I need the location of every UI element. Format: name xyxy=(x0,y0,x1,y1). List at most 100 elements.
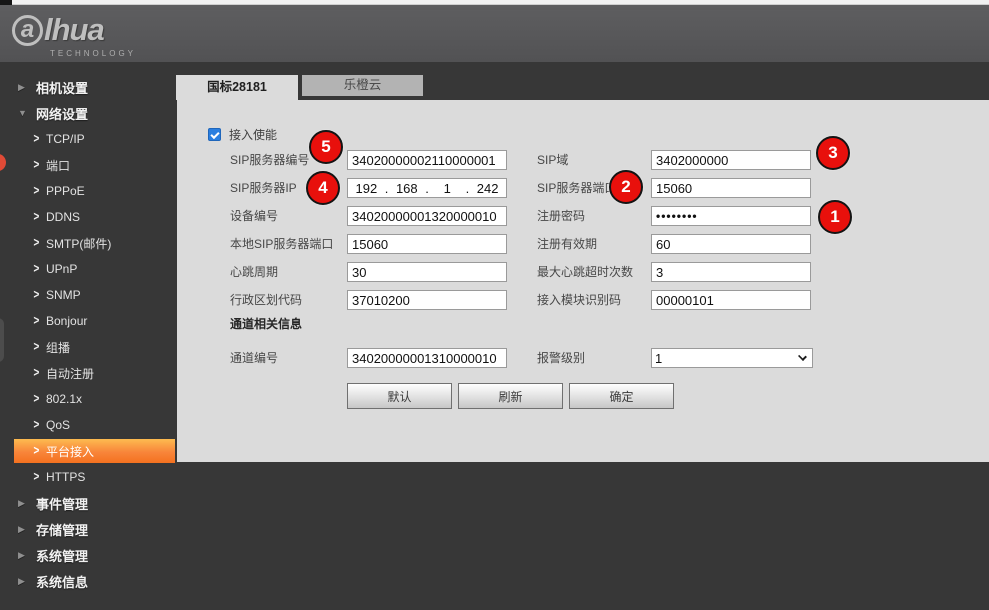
channel-id-input[interactable] xyxy=(347,348,507,368)
callout-badge-4: 4 xyxy=(306,171,340,205)
chevron-right-icon: > xyxy=(34,262,44,276)
chevron-right-icon: > xyxy=(34,444,44,458)
collapsed-arrow-icon: ▶ xyxy=(18,524,30,535)
tab-gb28181[interactable]: 国标28181 xyxy=(176,75,298,100)
alarm-level-select[interactable]: 1 xyxy=(651,348,813,368)
sip-server-port-label: SIP服务器端口 xyxy=(537,178,616,198)
heartbeat-period-input[interactable] xyxy=(347,262,507,282)
collapsed-arrow-icon: ▶ xyxy=(18,576,30,587)
platform-access-panel: 接入使能 SIP服务器编号 SIP域 SIP服务器IP 192 . 168 . … xyxy=(177,100,989,462)
sidebar-item-pppoe[interactable]: > PPPoE xyxy=(0,178,177,204)
sidebar-item-label: SNMP xyxy=(46,288,81,302)
register-valid-period-input[interactable] xyxy=(651,234,811,254)
confirm-button[interactable]: 确定 xyxy=(569,383,674,409)
chevron-right-icon: > xyxy=(34,158,44,172)
access-module-id-label: 接入模块识别码 xyxy=(537,290,621,310)
sidebar-item-system-management[interactable]: ▶ 系统管理 xyxy=(0,542,177,568)
refresh-button[interactable]: 刷新 xyxy=(458,383,563,409)
ip-octet-4: 242 xyxy=(469,181,506,196)
sidebar-item-multicast[interactable]: > 组播 xyxy=(0,334,177,360)
callout-badge-5: 5 xyxy=(309,130,343,164)
sidebar-item-label: 802.1x xyxy=(46,392,82,406)
sip-domain-label: SIP域 xyxy=(537,150,568,170)
dahua-logo-wordmark: a lhua xyxy=(12,12,136,48)
collapsed-arrow-icon: ▶ xyxy=(18,550,30,561)
device-id-input[interactable] xyxy=(347,206,507,226)
sidebar-item-label: DDNS xyxy=(46,210,80,224)
chevron-right-icon: > xyxy=(34,418,44,432)
sidebar-item-camera-settings[interactable]: ▶ 相机设置 xyxy=(0,74,177,100)
expanded-arrow-icon: ▼ xyxy=(18,108,30,118)
sidebar-item-label: 平台接入 xyxy=(46,443,94,460)
sip-server-port-input[interactable] xyxy=(651,178,811,198)
sip-domain-input[interactable] xyxy=(651,150,811,170)
sidebar-item-label: TCP/IP xyxy=(46,132,85,146)
register-valid-period-label: 注册有效期 xyxy=(537,234,597,254)
sidebar-item-platform-access[interactable]: > 平台接入 xyxy=(14,439,175,463)
sidebar-item-auto-register[interactable]: > 自动注册 xyxy=(0,360,177,386)
max-heartbeat-timeouts-label: 最大心跳超时次数 xyxy=(537,262,633,282)
admin-region-code-input[interactable] xyxy=(347,290,507,310)
sidebar-item-label: PPPoE xyxy=(46,184,85,198)
callout-badge-2: 2 xyxy=(609,170,643,204)
sidebar-item-qos[interactable]: > QoS xyxy=(0,412,177,438)
chevron-right-icon: > xyxy=(34,210,44,224)
register-password-label: 注册密码 xyxy=(537,206,585,226)
sidebar-item-storage-management[interactable]: ▶ 存储管理 xyxy=(0,516,177,542)
sidebar-item-label: 网络设置 xyxy=(36,104,88,123)
channel-section-header: 通道相关信息 xyxy=(230,315,302,332)
sidebar-item-tcpip[interactable]: > TCP/IP xyxy=(0,126,177,152)
chevron-right-icon: > xyxy=(34,366,44,380)
sidebar-item-snmp[interactable]: > SNMP xyxy=(0,282,177,308)
sip-server-ip-input[interactable]: 192 . 168 . 1 . 242 xyxy=(347,178,507,198)
sidebar-item-label: HTTPS xyxy=(46,470,85,484)
sidebar-item-label: 存储管理 xyxy=(36,520,88,539)
dahua-logo-a-icon: a xyxy=(12,15,43,46)
callout-badge-1: 1 xyxy=(818,200,852,234)
chevron-right-icon: > xyxy=(34,470,44,484)
ip-octet-3: 1 xyxy=(429,181,466,196)
ip-octet-1: 192 xyxy=(348,181,385,196)
sidebar-item-event-management[interactable]: ▶ 事件管理 xyxy=(0,490,177,516)
sidebar-item-label: Bonjour xyxy=(46,314,87,328)
sidebar-item-https[interactable]: > HTTPS xyxy=(0,464,177,490)
sidebar-menu: ▶ 相机设置 ▼ 网络设置 > TCP/IP > 端口 > PPPoE > DD… xyxy=(0,74,177,594)
sidebar-item-802-1x[interactable]: > 802.1x xyxy=(0,386,177,412)
chevron-right-icon: > xyxy=(34,132,44,146)
sidebar-item-label: 端口 xyxy=(46,157,70,174)
alarm-level-label: 报警级别 xyxy=(537,348,585,368)
max-heartbeat-timeouts-input[interactable] xyxy=(651,262,811,282)
heartbeat-period-label: 心跳周期 xyxy=(230,262,278,282)
enable-access-label: 接入使能 xyxy=(229,126,277,143)
sidebar-item-network-settings[interactable]: ▼ 网络设置 xyxy=(0,100,177,126)
enable-access-checkbox[interactable] xyxy=(208,128,221,141)
sidebar-item-bonjour[interactable]: > Bonjour xyxy=(0,308,177,334)
chevron-right-icon: > xyxy=(34,340,44,354)
channel-id-label: 通道编号 xyxy=(230,348,278,368)
sidebar-item-system-info[interactable]: ▶ 系统信息 xyxy=(0,568,177,594)
sidebar-item-smtp[interactable]: > SMTP(邮件) xyxy=(0,230,177,256)
sip-server-id-input[interactable] xyxy=(347,150,507,170)
access-module-id-input[interactable] xyxy=(651,290,811,310)
sidebar-item-label: SMTP(邮件) xyxy=(46,235,111,252)
dahua-logo: a lhua TECHNOLOGY xyxy=(12,12,136,58)
register-password-input[interactable] xyxy=(651,206,811,226)
sidebar-item-port[interactable]: > 端口 xyxy=(0,152,177,178)
sidebar-item-label: 组播 xyxy=(46,339,70,356)
local-sip-port-input[interactable] xyxy=(347,234,507,254)
sidebar-item-label: QoS xyxy=(46,418,70,432)
callout-badge-3: 3 xyxy=(816,136,850,170)
tab-lechengyun[interactable]: 乐橙云 xyxy=(302,75,423,96)
dahua-logo-subtitle: TECHNOLOGY xyxy=(50,49,136,58)
sidebar-item-label: 系统管理 xyxy=(36,546,88,565)
chevron-right-icon: > xyxy=(34,184,44,198)
default-button[interactable]: 默认 xyxy=(347,383,452,409)
collapsed-arrow-icon: ▶ xyxy=(18,498,30,509)
enable-access-row: 接入使能 xyxy=(208,126,277,143)
sidebar-item-ddns[interactable]: > DDNS xyxy=(0,204,177,230)
sidebar-item-upnp[interactable]: > UPnP xyxy=(0,256,177,282)
sidebar-item-label: UPnP xyxy=(46,262,77,276)
sidebar-item-label: 事件管理 xyxy=(36,494,88,513)
collapsed-arrow-icon: ▶ xyxy=(18,82,30,93)
chevron-right-icon: > xyxy=(34,236,44,250)
